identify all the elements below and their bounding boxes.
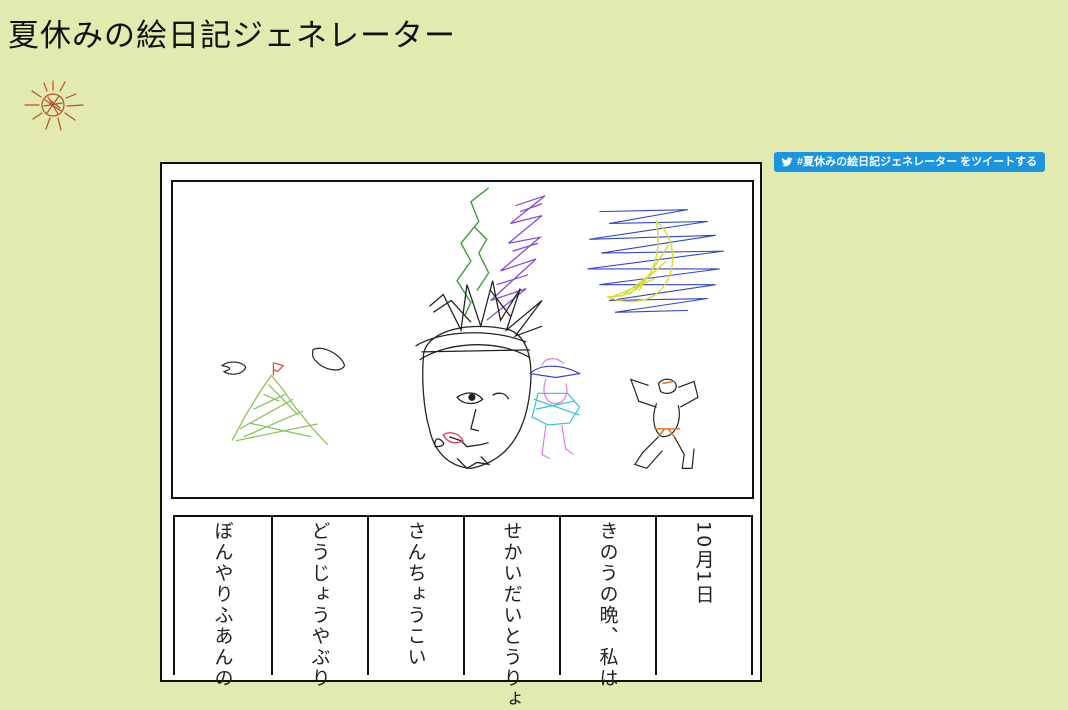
diary-text-grid: 10月1日 きのうの晩、私は せかいだいとうりょ さんちょうこい どうじょうやぶ… — [173, 515, 753, 710]
diary-column-text: どうじょうやぶり — [308, 521, 331, 689]
diary-column-text: せかいだいとうりょ — [500, 521, 523, 710]
cloud-drawing — [220, 347, 346, 375]
diary-column-text: さんちょうこい — [404, 521, 427, 668]
small-figure-drawing — [528, 358, 582, 460]
diary-page: 10月1日 きのうの晩、私は せかいだいとうりょ さんちょうこい どうじょうやぶ… — [160, 162, 762, 710]
face-drawing — [415, 325, 532, 470]
diary-column: せかいだいとうりょ — [463, 517, 559, 710]
page-title: 夏休みの絵日記ジェネレーター — [8, 18, 456, 54]
sun-icon — [24, 80, 84, 131]
diary-column: どうじょうやぶり — [271, 517, 367, 689]
tweet-button[interactable]: #夏休みの絵日記ジェネレーター をツイートする — [774, 152, 1046, 172]
diary-column-text: ぼんやりふあんの — [211, 521, 234, 689]
twitter-bird-icon — [781, 157, 793, 167]
drawing-frame — [171, 180, 754, 499]
diary-column: きのうの晩、私は — [559, 517, 655, 689]
diary-column: さんちょうこい — [367, 517, 463, 675]
diary-column-text: 10月1日 — [692, 521, 715, 606]
tweet-button-label: #夏休みの絵日記ジェネレーター をツイートする — [797, 156, 1038, 168]
karate-figure-drawing — [629, 378, 699, 470]
diary-column: 10月1日 — [655, 517, 751, 675]
diary-column: ぼんやりふあんの — [175, 517, 271, 689]
flag-drawing — [272, 362, 285, 376]
diary-column-text: きのうの晩、私は — [596, 521, 619, 689]
tree-drawing — [456, 187, 490, 316]
mountain-drawing — [231, 374, 329, 446]
diary-drawing — [220, 187, 724, 470]
karate-belt-drawing — [654, 380, 681, 438]
